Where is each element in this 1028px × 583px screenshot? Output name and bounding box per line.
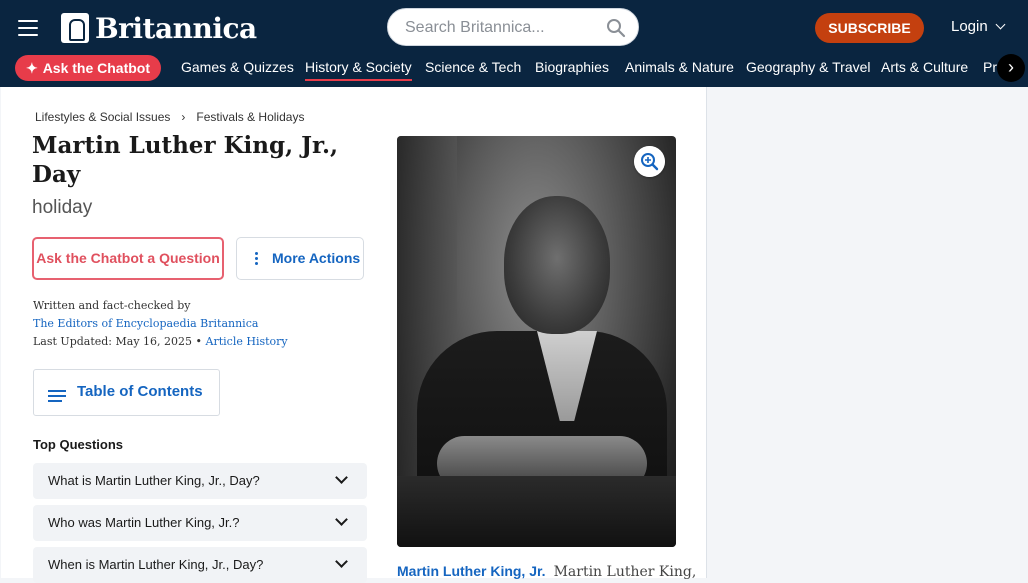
login-menu[interactable]: Login: [951, 18, 1006, 35]
more-actions-label: More Actions: [272, 250, 361, 266]
author-link[interactable]: The Editors of Encyclopaedia Britannica: [33, 317, 258, 330]
top-questions-heading: Top Questions: [33, 437, 124, 452]
breadcrumb: Lifestyles & Social Issues › Festivals & H…: [35, 110, 304, 124]
nav-item-games-quizzes[interactable]: Games & Quizzes: [181, 59, 294, 75]
nav-item-geography-travel[interactable]: Geography & Travel: [746, 59, 871, 75]
subscribe-button[interactable]: SUBSCRIBE: [815, 13, 924, 43]
zoom-in-icon[interactable]: [634, 146, 665, 177]
top-header: Britannica SUBSCRIBE Login ✦ Ask the Cha…: [0, 0, 1028, 87]
login-label: Login: [951, 18, 988, 35]
main-nav: ✦ Ask the Chatbot Games & Quizzes Histor…: [0, 52, 1028, 87]
toc-label: Table of Contents: [77, 383, 203, 400]
article-history-link[interactable]: Article History: [206, 335, 288, 348]
nav-scroll-right-icon[interactable]: ›: [997, 54, 1025, 82]
chevron-down-icon: [335, 471, 348, 484]
page-subtitle: holiday: [32, 197, 93, 218]
written-by-label: Written and fact-checked by: [33, 299, 191, 312]
britannica-logo[interactable]: Britannica: [61, 11, 257, 45]
breadcrumb-lifestyles[interactable]: Lifestyles & Social Issues: [35, 110, 170, 124]
separator-dot: •: [195, 335, 203, 348]
chevron-right-icon: ›: [181, 110, 186, 124]
nav-item-arts-culture[interactable]: Arts & Culture: [881, 59, 968, 75]
search-box[interactable]: [387, 8, 639, 46]
byline: Written and fact-checked by The Editors …: [33, 297, 288, 351]
article-panel: Lifestyles & Social Issues › Festivals & H…: [1, 87, 707, 583]
ask-chatbot-label: Ask the Chatbot: [42, 60, 151, 76]
ask-chatbot-button[interactable]: ✦ Ask the Chatbot: [15, 55, 161, 81]
breadcrumb-festivals[interactable]: Festivals & Holidays: [196, 110, 304, 124]
faq-question: Who was Martin Luther King, Jr.?: [48, 515, 240, 530]
faq-item[interactable]: What is Martin Luther King, Jr., Day?: [33, 463, 367, 499]
nav-item-biographies[interactable]: Biographies: [535, 59, 609, 75]
thistle-logo-icon: [61, 13, 89, 43]
last-updated: Last Updated: May 16, 2025: [33, 335, 193, 348]
caption-name-link[interactable]: Martin Luther King, Jr.: [397, 563, 546, 579]
lead-image[interactable]: [397, 136, 676, 547]
faq-question: What is Martin Luther King, Jr., Day?: [48, 473, 260, 488]
more-vertical-icon: [255, 252, 258, 267]
chevron-down-icon: [995, 19, 1006, 30]
list-icon: [48, 390, 66, 405]
nav-item-animals-nature[interactable]: Animals & Nature: [625, 59, 734, 75]
ask-chatbot-question-button[interactable]: Ask the Chatbot a Question: [32, 237, 224, 280]
menu-icon[interactable]: [18, 20, 38, 36]
chevron-down-icon: [335, 513, 348, 526]
nav-item-history-society[interactable]: History & Society: [305, 59, 412, 81]
nav-item-science-tech[interactable]: Science & Tech: [425, 59, 521, 75]
sparkle-icon: ✦: [25, 59, 38, 76]
faq-item[interactable]: Who was Martin Luther King, Jr.?: [33, 505, 367, 541]
image-caption: Martin Luther King, Jr. Martin Luther Kin…: [397, 563, 696, 580]
search-icon[interactable]: [606, 18, 626, 38]
chevron-down-icon: [335, 555, 348, 568]
table-of-contents-button[interactable]: Table of Contents: [33, 369, 220, 416]
page-title: Martin Luther King, Jr., Day: [32, 132, 339, 188]
logo-text: Britannica: [95, 11, 257, 45]
more-actions-button[interactable]: More Actions: [236, 237, 364, 280]
search-input[interactable]: [403, 18, 607, 38]
faq-question: When is Martin Luther King, Jr., Day?: [48, 557, 264, 572]
